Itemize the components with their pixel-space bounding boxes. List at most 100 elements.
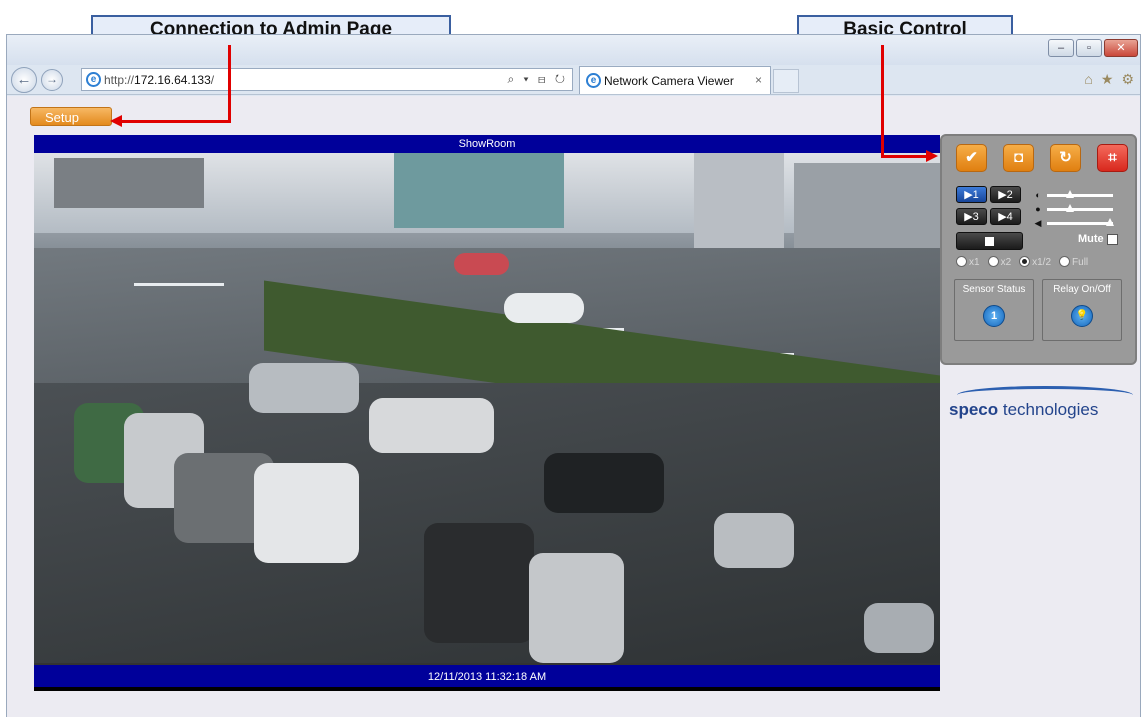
crop-icon[interactable]: ⌗ (1097, 144, 1128, 172)
brightness-slider[interactable]: ◐ (1033, 189, 1113, 200)
relay-label: Relay On/Off (1053, 284, 1111, 295)
basic-control-panel: ✔ ◘ ↻ ⌗ ▶1 ▶2 ▶3 ▶4 ◐ ● ◀ Mute x1 x2 x1/… (940, 134, 1137, 365)
channel-buttons: ▶1 ▶2 ▶3 ▶4 (956, 186, 1021, 225)
zoom-x1-radio[interactable] (956, 256, 967, 267)
close-window-button[interactable]: ✕ (1104, 39, 1138, 57)
video-building (394, 153, 564, 228)
address-tools[interactable]: ⌕ ▾ ⊟ ↻ (507, 72, 568, 87)
channel-label: 3 (972, 211, 979, 223)
video-car (864, 603, 934, 653)
navigation-bar: ← → e http:// 172.16.64.133 / ⌕ ▾ ⊟ ↻ e … (7, 65, 1140, 95)
brightness-thumb[interactable] (1066, 189, 1075, 198)
contrast-slider[interactable]: ● (1033, 203, 1113, 214)
ie-icon: e (86, 72, 101, 87)
channel-3-button[interactable]: ▶3 (956, 208, 987, 225)
contrast-track[interactable] (1047, 203, 1113, 212)
channel-label: 1 (972, 189, 979, 201)
zoom-option-label: x2 (1000, 257, 1012, 268)
zoom-half-radio[interactable] (1019, 256, 1031, 267)
zoom-option-label: x1 (969, 257, 980, 268)
refresh-icon[interactable]: ↻ (1050, 144, 1081, 172)
zoom-full-radio[interactable] (1059, 256, 1071, 267)
star-icon[interactable]: ★ (1101, 71, 1114, 88)
callout-arrow (881, 155, 927, 158)
video-car (544, 453, 664, 513)
callout-arrow (228, 45, 231, 123)
channel-4-button[interactable]: ▶4 (990, 208, 1021, 225)
contrast-thumb[interactable] (1066, 203, 1075, 212)
tab-title: Network Camera Viewer (604, 73, 734, 88)
tab-network-camera-viewer[interactable]: e Network Camera Viewer × (579, 66, 771, 94)
window-controls: – ▫ ✕ (1048, 39, 1138, 57)
url-protocol: http:// (104, 72, 135, 87)
page-content: Setup ShowRoom 12/11/2013 11:32:18 AM ✔ … (7, 96, 1140, 717)
channel-2-button[interactable]: ▶2 (990, 186, 1021, 203)
live-video-feed[interactable] (34, 153, 940, 663)
ie-icon: e (586, 73, 601, 88)
zoom-x2-option[interactable]: x2 (987, 256, 1012, 268)
video-lane (134, 283, 224, 286)
ptz-icon[interactable]: ✔ (956, 144, 987, 172)
relay-box: Relay On/Off 💡 (1042, 279, 1122, 341)
volume-track[interactable] (1047, 218, 1114, 226)
brightness-icon: ◐ (1035, 190, 1041, 200)
callout-arrowhead (926, 150, 938, 162)
url-host: 172.16.64.133 (134, 72, 211, 87)
video-car (529, 553, 624, 663)
zoom-option-label: Full (1072, 257, 1089, 268)
callout-arrow (881, 45, 884, 158)
browser-toolbar-right: ⌂ ★ ⚙ (1084, 71, 1134, 88)
mute-label: Mute (1078, 233, 1104, 245)
stop-icon (985, 237, 994, 246)
sensor-status-label: Sensor Status (962, 284, 1026, 295)
volume-thumb[interactable] (1105, 218, 1114, 226)
setup-button[interactable]: Setup (30, 107, 112, 126)
gear-icon[interactable]: ⚙ (1121, 71, 1134, 88)
sensor-status-box: Sensor Status 1 (954, 279, 1034, 341)
video-building (54, 158, 204, 208)
zoom-options: x1 x2 x1/2 Full (956, 256, 1088, 268)
speco-logo: speco technologies (949, 386, 1139, 436)
video-car (714, 513, 794, 568)
forward-button[interactable]: → (41, 69, 63, 91)
bulb-icon[interactable]: 💡 (1071, 305, 1093, 327)
video-building (694, 153, 784, 263)
zoom-option-label: x1/2 (1032, 257, 1052, 268)
mute-checkbox[interactable] (1106, 233, 1118, 245)
back-button[interactable]: ← (11, 67, 37, 93)
channel-label: 4 (1006, 211, 1013, 223)
channel-label: 2 (1006, 189, 1013, 201)
screenshot-root: Connection to Admin Page Basic Control –… (0, 0, 1141, 717)
home-icon[interactable]: ⌂ (1084, 71, 1092, 88)
channel-1-button[interactable]: ▶1 (956, 186, 987, 203)
video-car (504, 293, 584, 323)
minimize-button[interactable]: – (1048, 39, 1074, 57)
video-car (369, 398, 494, 453)
speaker-icon: ◀ (1034, 218, 1042, 228)
snapshot-camera-icon[interactable]: ◘ (1003, 144, 1034, 172)
url-path: / (210, 72, 215, 87)
zoom-half-option[interactable]: x1/2 (1019, 256, 1051, 268)
sensor-status-indicator[interactable]: 1 (983, 305, 1005, 327)
play-icon: ▶ (998, 189, 1007, 201)
new-tab-button[interactable] (773, 69, 799, 93)
logo-brand-bold: speco (949, 400, 999, 419)
video-car (254, 463, 359, 563)
timestamp-bar: 12/11/2013 11:32:18 AM (34, 663, 940, 687)
maximize-button[interactable]: ▫ (1076, 39, 1102, 57)
mute-toggle[interactable]: Mute (1078, 233, 1118, 245)
brightness-track[interactable] (1047, 189, 1113, 198)
stop-button[interactable] (956, 232, 1023, 250)
contrast-icon: ● (1035, 204, 1041, 214)
browser-window: – ▫ ✕ ← → e http:// 172.16.64.133 / ⌕ ▾ … (6, 34, 1141, 717)
zoom-full-option[interactable]: Full (1059, 256, 1088, 268)
address-bar[interactable]: e http:// 172.16.64.133 / ⌕ ▾ ⊟ ↻ (81, 68, 573, 91)
tab-close-icon[interactable]: × (755, 73, 762, 87)
camera-name-bar: ShowRoom (34, 135, 940, 153)
zoom-x2-radio[interactable] (987, 256, 999, 267)
volume-slider[interactable]: ◀ (1033, 218, 1114, 229)
video-car (424, 523, 534, 643)
camera-viewer: ShowRoom 12/11/2013 11:32:18 AM (34, 135, 940, 691)
zoom-x1-option[interactable]: x1 (956, 256, 980, 268)
play-icon: ▶ (998, 211, 1007, 223)
